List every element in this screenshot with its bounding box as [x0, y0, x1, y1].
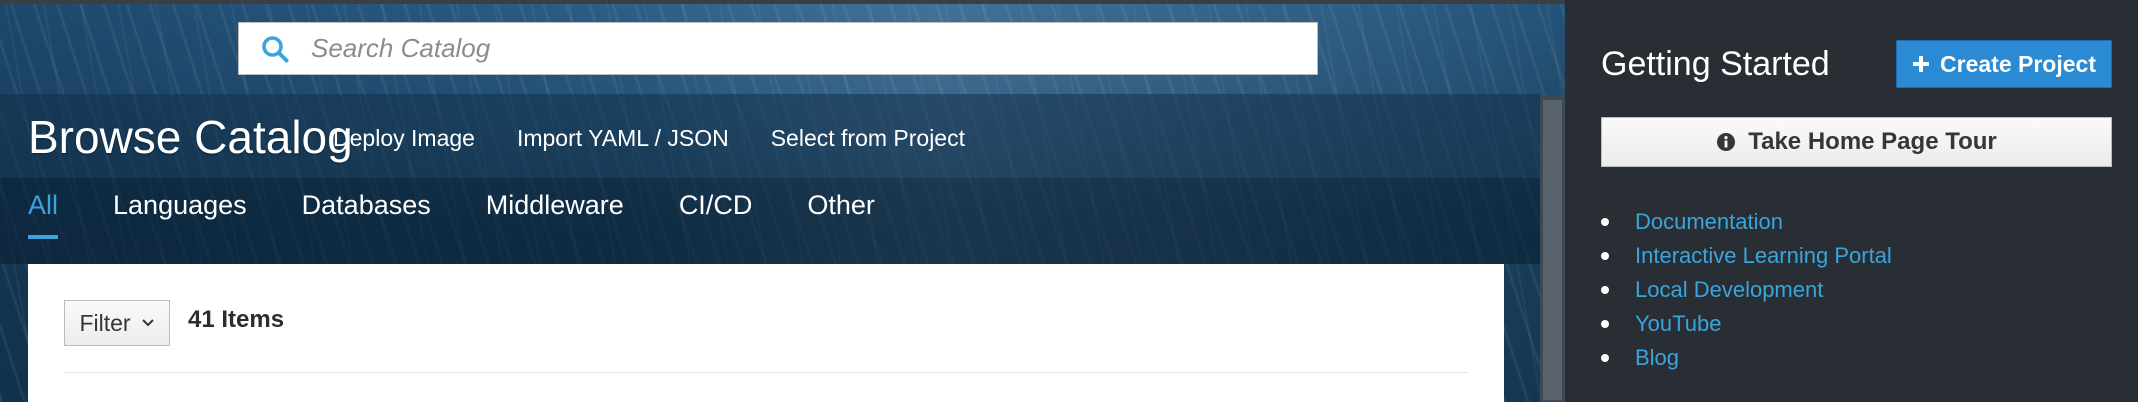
top-strip	[0, 0, 1565, 4]
search-icon	[262, 35, 289, 62]
bullet	[1601, 286, 1609, 294]
youtube-link[interactable]: YouTube	[1635, 311, 1721, 337]
bullet	[1601, 354, 1609, 362]
app-root: Browse Catalog Deploy Image Import YAML …	[0, 0, 2138, 402]
take-home-page-tour-button[interactable]: Take Home Page Tour	[1601, 117, 2112, 167]
tour-label: Take Home Page Tour	[1748, 128, 1997, 155]
bullet	[1601, 320, 1609, 328]
bullet	[1601, 252, 1609, 260]
chevron-down-icon	[141, 319, 154, 327]
list-item: Blog	[1601, 341, 1892, 375]
documentation-link[interactable]: Documentation	[1635, 209, 1783, 235]
tab-databases[interactable]: Databases	[302, 190, 431, 239]
getting-started-links: Documentation Interactive Learning Porta…	[1601, 205, 1892, 375]
scrollbar[interactable]	[1540, 96, 1565, 402]
bullet	[1601, 218, 1609, 226]
list-item: Interactive Learning Portal	[1601, 239, 1892, 273]
tab-other[interactable]: Other	[807, 190, 875, 239]
page-title: Browse Catalog	[28, 111, 353, 163]
info-icon	[1717, 133, 1736, 151]
filter-label: Filter	[79, 309, 131, 336]
create-project-label: Create Project	[1940, 50, 2096, 77]
search-input[interactable]	[309, 23, 1317, 74]
scrollbar-thumb[interactable]	[1543, 100, 1562, 400]
blog-link[interactable]: Blog	[1635, 345, 1679, 371]
create-project-button[interactable]: Create Project	[1896, 40, 2112, 88]
select-from-project-link[interactable]: Select from Project	[771, 125, 965, 152]
search-box[interactable]	[238, 22, 1318, 75]
getting-started-title: Getting Started	[1601, 45, 1830, 83]
tab-all[interactable]: All	[28, 190, 59, 239]
getting-started-panel: Getting Started Create Project Take Home…	[1565, 0, 2138, 402]
local-development-link[interactable]: Local Development	[1635, 277, 1823, 303]
tab-languages[interactable]: Languages	[113, 190, 247, 239]
list-item: Local Development	[1601, 273, 1892, 307]
header-actions: Deploy Image Import YAML / JSON Select f…	[333, 125, 965, 152]
import-yaml-json-link[interactable]: Import YAML / JSON	[517, 125, 729, 152]
filter-button[interactable]: Filter	[64, 300, 170, 346]
interactive-learning-portal-link[interactable]: Interactive Learning Portal	[1635, 243, 1892, 269]
deploy-image-link[interactable]: Deploy Image	[333, 125, 475, 152]
tab-ci-cd[interactable]: CI/CD	[679, 190, 753, 239]
tab-middleware[interactable]: Middleware	[486, 190, 624, 239]
items-count: 41 Items	[188, 306, 285, 333]
catalog-main: Browse Catalog Deploy Image Import YAML …	[0, 0, 1565, 402]
divider	[64, 372, 1468, 373]
plus-icon	[1913, 56, 1930, 72]
catalog-card: Filter 41 Items	[28, 264, 1504, 402]
list-item: Documentation	[1601, 205, 1892, 239]
list-item: YouTube	[1601, 307, 1892, 341]
category-tabs: All Languages Databases Middleware CI/CD…	[28, 190, 875, 239]
